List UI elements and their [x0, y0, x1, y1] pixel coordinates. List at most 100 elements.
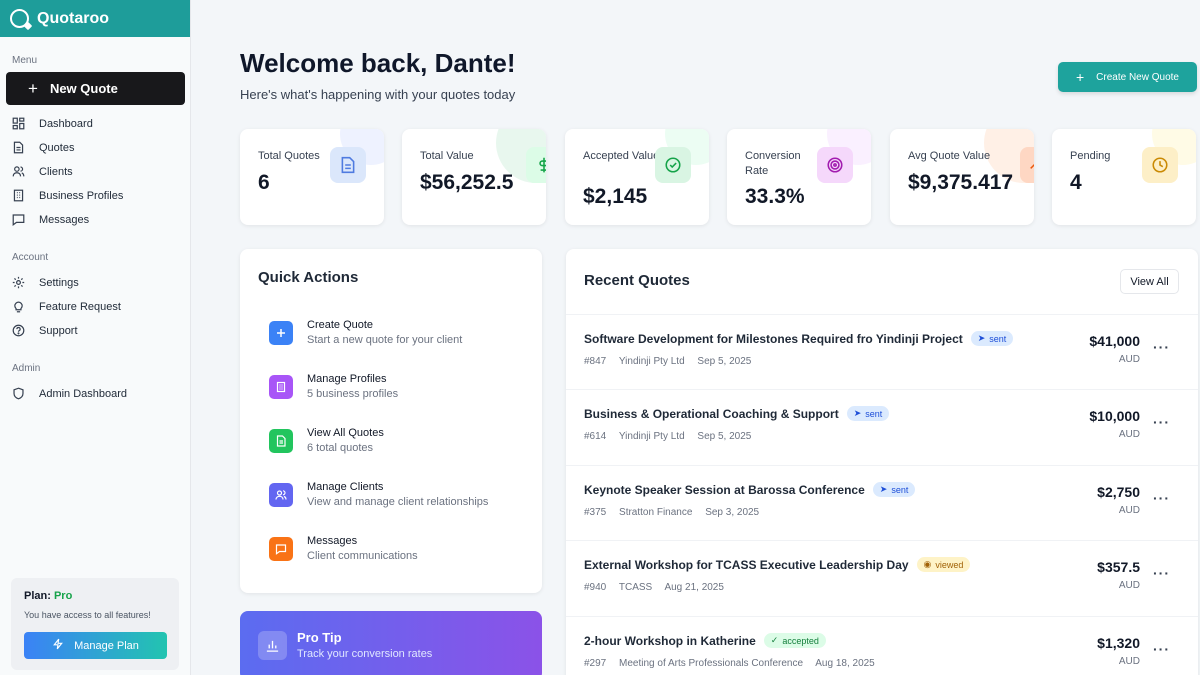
quick-action-subtitle: Client communications — [307, 550, 418, 562]
quote-title-line: Software Development for Milestones Requ… — [584, 331, 1014, 346]
quote-meta: #375 Stratton Finance Sep 3, 2025 — [584, 507, 769, 518]
check-circle-icon: ✓ — [770, 635, 779, 645]
sidebar-item-label: Business Profiles — [39, 189, 124, 202]
stat-card-total-quotes: Total Quotes 6 — [240, 129, 384, 225]
create-new-quote-button[interactable]: + Create New Quote — [1058, 62, 1197, 92]
check-circle-icon — [655, 147, 691, 183]
quick-action-title: View All Quotes — [307, 427, 384, 439]
quick-action-create-quote[interactable]: Create Quote Start a new quote for your … — [269, 319, 462, 346]
clock-icon — [1142, 147, 1178, 183]
pro-tip-title: Pro Tip — [297, 630, 342, 645]
stat-value: $9,375.417 — [908, 171, 1014, 194]
sidebar-item-label: Admin Dashboard — [39, 387, 128, 400]
quote-currency: AUD — [1118, 429, 1140, 440]
sidebar-item-quotes[interactable]: Quotes — [12, 141, 74, 154]
gear-icon — [12, 276, 25, 289]
sidebar-item-messages[interactable]: Messages — [12, 213, 89, 226]
quote-number: #614 — [584, 431, 607, 442]
quote-amount: $10,000 — [1089, 408, 1140, 424]
plan-description: You have access to all features! — [24, 610, 151, 620]
quick-action-subtitle: Start a new quote for your client — [307, 334, 463, 346]
quote-title: Business & Operational Coaching & Suppor… — [584, 406, 839, 421]
document-icon — [330, 147, 366, 183]
quote-title-line: Business & Operational Coaching & Suppor… — [584, 406, 890, 421]
quote-title: 2-hour Workshop in Katherine — [584, 633, 756, 648]
new-quote-label: New Quote — [49, 81, 118, 96]
more-options-icon[interactable]: ··· — [1153, 339, 1170, 355]
quote-date: Sep 3, 2025 — [705, 507, 760, 518]
quote-row[interactable]: 2-hour Workshop in Katherine ✓ accepted … — [566, 616, 1198, 675]
plan-card: Plan: Pro You have access to all feature… — [11, 578, 179, 670]
sidebar-item-label: Feature Request — [39, 300, 121, 313]
quote-title: Software Development for Milestones Requ… — [584, 331, 963, 346]
sidebar-item-label: Dashboard — [39, 117, 93, 130]
dollar-icon — [526, 147, 546, 183]
status-label: viewed — [935, 559, 964, 570]
quote-row[interactable]: External Workshop for TCASS Executive Le… — [566, 540, 1198, 615]
sidebar: Quotaroo Menu + New Quote Dashboard Quot… — [0, 0, 191, 675]
quote-date: Sep 5, 2025 — [697, 431, 752, 442]
message-icon — [269, 537, 293, 561]
status-badge: ◉ viewed — [916, 557, 971, 572]
stat-label: Avg Quote Value — [908, 150, 991, 162]
view-all-button[interactable]: View All — [1120, 269, 1179, 294]
quote-number: #297 — [584, 658, 607, 669]
quick-action-manage-clients[interactable]: Manage Clients View and manage client re… — [269, 481, 488, 508]
admin-section-label: Admin — [12, 363, 41, 374]
quote-title-line: External Workshop for TCASS Executive Le… — [584, 557, 971, 572]
stat-card-avg-quote-value: Avg Quote Value $9,375.417 — [890, 129, 1034, 225]
quote-number: #375 — [584, 507, 607, 518]
quick-action-manage-profiles[interactable]: Manage Profiles 5 business profiles — [269, 373, 398, 400]
quote-number: #940 — [584, 582, 607, 593]
quote-title-line: Keynote Speaker Session at Barossa Confe… — [584, 482, 916, 497]
help-icon — [12, 324, 25, 337]
bar-chart-icon — [258, 631, 287, 660]
sidebar-item-clients[interactable]: Clients — [12, 165, 73, 178]
sidebar-item-admin-dashboard[interactable]: Admin Dashboard — [12, 387, 127, 400]
quote-amount: $2,750 — [1097, 484, 1140, 500]
sidebar-item-settings[interactable]: Settings — [12, 276, 79, 289]
sidebar-item-feature-request[interactable]: Feature Request — [12, 300, 121, 313]
users-icon — [12, 165, 25, 178]
quick-action-messages[interactable]: Messages Client communications — [269, 535, 418, 562]
quote-meta: #614 Yindinji Pty Ltd Sep 5, 2025 — [584, 431, 761, 442]
main-content: Welcome back, Dante! Here's what's happe… — [191, 0, 1200, 675]
more-options-icon[interactable]: ··· — [1153, 414, 1170, 430]
sidebar-item-support[interactable]: Support — [12, 324, 78, 337]
quote-currency: AUD — [1118, 505, 1140, 516]
app-name: Quotaroo — [37, 9, 109, 27]
building-icon — [12, 189, 25, 202]
more-options-icon[interactable]: ··· — [1153, 565, 1170, 581]
page-title: Welcome back, Dante! — [240, 48, 516, 78]
quote-meta: #297 Meeting of Arts Professionals Confe… — [584, 658, 885, 669]
quote-date: Aug 18, 2025 — [815, 658, 875, 669]
page-subtitle: Here's what's happening with your quotes… — [240, 87, 516, 102]
quote-number: #847 — [584, 356, 607, 367]
building-icon — [269, 375, 293, 399]
status-badge: ✓ accepted — [763, 633, 826, 648]
quote-date: Aug 21, 2025 — [664, 582, 724, 593]
send-icon: ➤ — [977, 333, 986, 343]
pro-tip-subtitle: Track your conversion rates — [297, 648, 433, 660]
message-icon — [12, 213, 25, 226]
status-label: accepted — [782, 635, 819, 646]
sidebar-item-business-profiles[interactable]: Business Profiles — [12, 189, 123, 202]
shield-icon — [12, 387, 25, 400]
quick-action-view-all-quotes[interactable]: View All Quotes 6 total quotes — [269, 427, 384, 454]
stat-value: $2,145 — [583, 185, 648, 208]
quote-row[interactable]: Keynote Speaker Session at Barossa Confe… — [566, 465, 1198, 540]
plus-icon — [269, 321, 293, 345]
more-options-icon[interactable]: ··· — [1153, 490, 1170, 506]
more-options-icon[interactable]: ··· — [1153, 641, 1170, 657]
quote-row[interactable]: Business & Operational Coaching & Suppor… — [566, 389, 1198, 464]
quote-amount: $1,320 — [1097, 635, 1140, 651]
sidebar-item-dashboard[interactable]: Dashboard — [12, 117, 93, 130]
stat-card-total-value: Total Value $56,252.5 — [402, 129, 546, 225]
stat-value: 4 — [1070, 171, 1082, 194]
new-quote-button[interactable]: + New Quote — [6, 72, 185, 105]
sidebar-item-label: Messages — [39, 213, 90, 226]
stat-card-pending: Pending 4 — [1052, 129, 1196, 225]
manage-plan-button[interactable]: Manage Plan — [24, 632, 167, 659]
brand-header[interactable]: Quotaroo — [0, 0, 190, 37]
quote-row[interactable]: Software Development for Milestones Requ… — [566, 314, 1198, 389]
